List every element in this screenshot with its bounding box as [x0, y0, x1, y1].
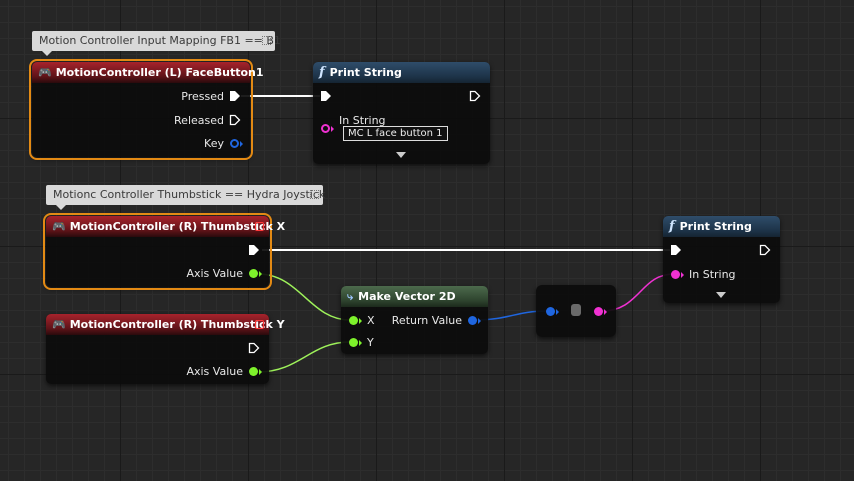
- gamepad-icon: 🎮: [38, 66, 52, 79]
- pin-label-key: Key: [204, 137, 224, 150]
- conversion-out-pin-icon[interactable]: [594, 307, 603, 316]
- comment-fb1[interactable]: Motion Controller Input Mapping FB1 == B…: [32, 31, 281, 56]
- conversion-in-pin-icon[interactable]: [546, 307, 555, 316]
- x-pin-icon[interactable]: [349, 316, 358, 325]
- conversion-in-arrow-icon: [556, 309, 559, 315]
- node-thumbstick-x[interactable]: 🎮 MotionController (R) Thumbstick X Axis …: [43, 213, 285, 290]
- pin-label-y: Y: [367, 336, 374, 349]
- function-icon: f: [319, 65, 325, 80]
- exec-in-pin-icon[interactable]: [320, 90, 332, 102]
- node-make-vector-2d[interactable]: ⤷ Make Vector 2D X Return Value Y: [341, 286, 488, 354]
- axis-value-pin-arrow-icon: [259, 271, 262, 277]
- expand-arrow-icon[interactable]: [716, 292, 726, 298]
- node-print-string-2-header[interactable]: f Print String: [663, 216, 780, 237]
- pin-label-return-value: Return Value: [391, 314, 462, 327]
- node-thumbstick-y-header[interactable]: 🎮 MotionController (R) Thumbstick Y: [46, 314, 285, 335]
- x-pin-arrow-icon: [359, 318, 362, 324]
- conversion-icon: [571, 304, 581, 316]
- expand-arrow-icon[interactable]: [396, 152, 406, 158]
- node-face-button1[interactable]: 🎮 MotionController (L) FaceButton1 Presse…: [29, 59, 264, 160]
- in-string-pin-arrow-icon: [681, 272, 684, 278]
- node-conversion[interactable]: [536, 285, 616, 337]
- gamepad-icon: 🎮: [52, 318, 66, 331]
- node-print-string-2-title: Print String: [679, 220, 752, 233]
- function-icon: f: [669, 219, 675, 234]
- return-value-pin-icon[interactable]: [468, 316, 477, 325]
- comment-fb1-text: Motion Controller Input Mapping FB1 == B…: [39, 34, 281, 47]
- y-pin-arrow-icon: [359, 340, 362, 346]
- float-wire-x: [257, 273, 351, 321]
- node-thumbstick-y-title: MotionController (R) Thumbstick Y: [69, 318, 285, 331]
- pin-label-x: X: [367, 314, 375, 327]
- in-string-value-field[interactable]: MC L face button 1: [343, 126, 448, 141]
- exec-out-pin-icon[interactable]: [469, 90, 481, 102]
- node-print-string-1[interactable]: f Print String In String MC L face button…: [313, 62, 490, 164]
- node-face-button1-header[interactable]: 🎮 MotionController (L) FaceButton1: [32, 62, 264, 83]
- latent-stop-icon: [255, 222, 264, 231]
- conversion-out-arrow-icon: [604, 309, 607, 315]
- node-print-string-1-header[interactable]: f Print String: [313, 62, 490, 83]
- exec-pin-released-icon[interactable]: [229, 114, 241, 126]
- exec-out-pin-icon[interactable]: [759, 244, 771, 256]
- in-string-pin-icon[interactable]: [671, 270, 680, 279]
- comment-thumbstick-text: Motionc Controller Thumbstick == Hydra J…: [53, 188, 326, 201]
- exec-out-pin-icon[interactable]: [248, 244, 260, 256]
- key-pin-arrow-icon: [240, 141, 243, 147]
- key-pin-icon[interactable]: [230, 139, 239, 148]
- pin-label-in-string: In String: [689, 268, 736, 281]
- return-value-pin-arrow-icon: [478, 318, 481, 324]
- exec-out-pin-icon[interactable]: [248, 342, 260, 354]
- pin-label-released: Released: [174, 114, 224, 127]
- in-string-pin-icon[interactable]: [321, 124, 330, 133]
- node-face-button1-title: MotionController (L) FaceButton1: [55, 66, 264, 79]
- comment-collapse-icon[interactable]: [310, 190, 319, 199]
- float-wire-y: [257, 341, 351, 373]
- node-thumbstick-x-title: MotionController (R) Thumbstick X: [69, 220, 286, 233]
- pin-label-pressed: Pressed: [181, 90, 224, 103]
- pin-label-axis-value: Axis Value: [186, 267, 243, 280]
- node-print-string-1-title: Print String: [329, 66, 402, 79]
- y-pin-icon[interactable]: [349, 338, 358, 347]
- axis-value-pin-arrow-icon: [259, 369, 262, 375]
- node-thumbstick-y[interactable]: 🎮 MotionController (R) Thumbstick Y Axis …: [46, 314, 285, 384]
- make-struct-icon: ⤷: [347, 290, 354, 303]
- node-make-vector-2d-title: Make Vector 2D: [358, 290, 456, 303]
- node-thumbstick-x-header[interactable]: 🎮 MotionController (R) Thumbstick X: [46, 216, 285, 237]
- node-make-vector-2d-header[interactable]: ⤷ Make Vector 2D: [341, 286, 488, 307]
- in-string-pin-arrow-icon: [331, 126, 334, 132]
- exec-pin-pressed-icon[interactable]: [229, 90, 241, 102]
- gamepad-icon: 🎮: [52, 220, 66, 233]
- axis-value-pin-icon[interactable]: [249, 367, 258, 376]
- pin-label-axis-value: Axis Value: [186, 365, 243, 378]
- exec-in-pin-icon[interactable]: [670, 244, 682, 256]
- comment-thumbstick[interactable]: Motionc Controller Thumbstick == Hydra J…: [46, 185, 326, 210]
- comment-collapse-icon[interactable]: [262, 36, 271, 45]
- axis-value-pin-icon[interactable]: [249, 269, 258, 278]
- latent-stop-icon: [255, 320, 264, 329]
- node-print-string-2[interactable]: f Print String In String: [663, 216, 780, 303]
